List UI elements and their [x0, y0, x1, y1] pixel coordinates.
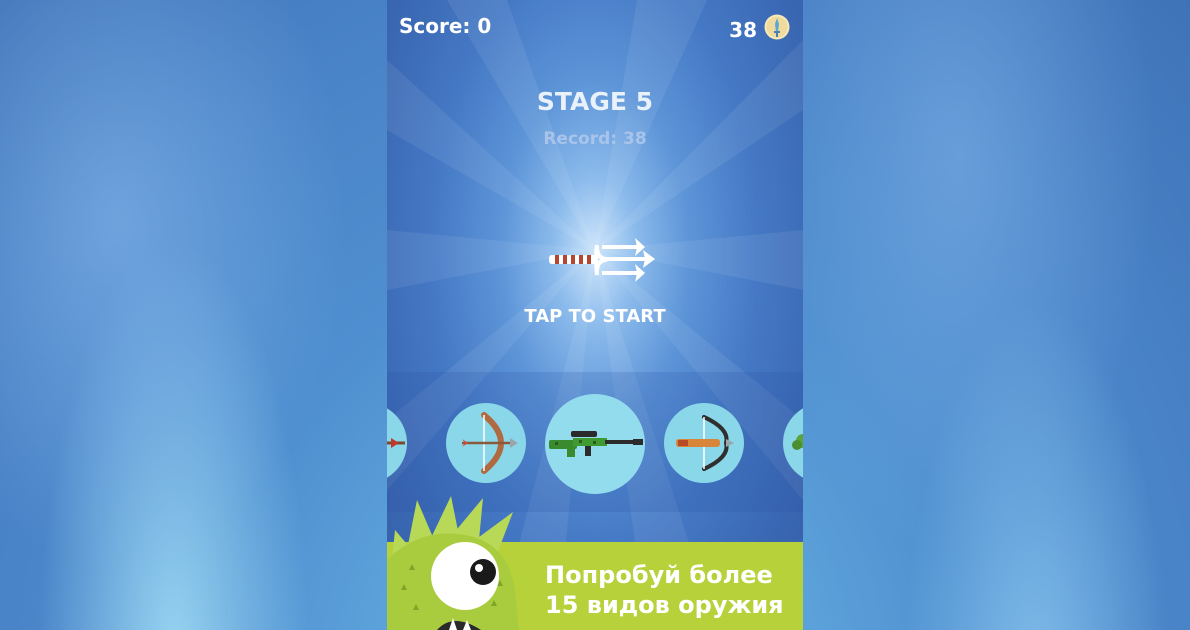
bow-icon [462, 412, 518, 474]
background-left [0, 0, 387, 630]
background-right [803, 0, 1190, 630]
weapon-slot-crossbow[interactable] [664, 403, 744, 483]
weapon-slot-partial-left[interactable] [387, 403, 407, 483]
partial-weapon-icon [387, 438, 405, 448]
partial-weapon-icon [792, 434, 803, 450]
crossbow-icon [676, 415, 734, 471]
score-label: Score: 0 [399, 14, 492, 38]
promo-line-2: 15 видов оружия [545, 591, 784, 619]
sniper-rifle-icon [549, 431, 643, 457]
promo-line-1: Попробуй более [545, 561, 773, 589]
coin-count: 38 [729, 18, 757, 42]
promo-text: Попробуй более 15 видов оружия [545, 560, 784, 620]
green-monster-icon [387, 496, 519, 630]
tap-to-start-prompt[interactable]: TAP TO START [387, 306, 803, 327]
stage-title: STAGE 5 [536, 87, 654, 116]
weapon-slot-sniper-rifle[interactable] [545, 394, 645, 494]
trident-icon [549, 238, 655, 282]
game-screen[interactable]: Score: 0 38 STAGE 5 Record: 38 TAP TO ST… [387, 0, 803, 630]
record-label: Record: 38 [543, 129, 647, 149]
weapon-slot-bow[interactable] [446, 403, 526, 483]
dagger-coin-icon[interactable] [764, 14, 790, 40]
weapon-slot-partial-right[interactable] [783, 403, 803, 483]
